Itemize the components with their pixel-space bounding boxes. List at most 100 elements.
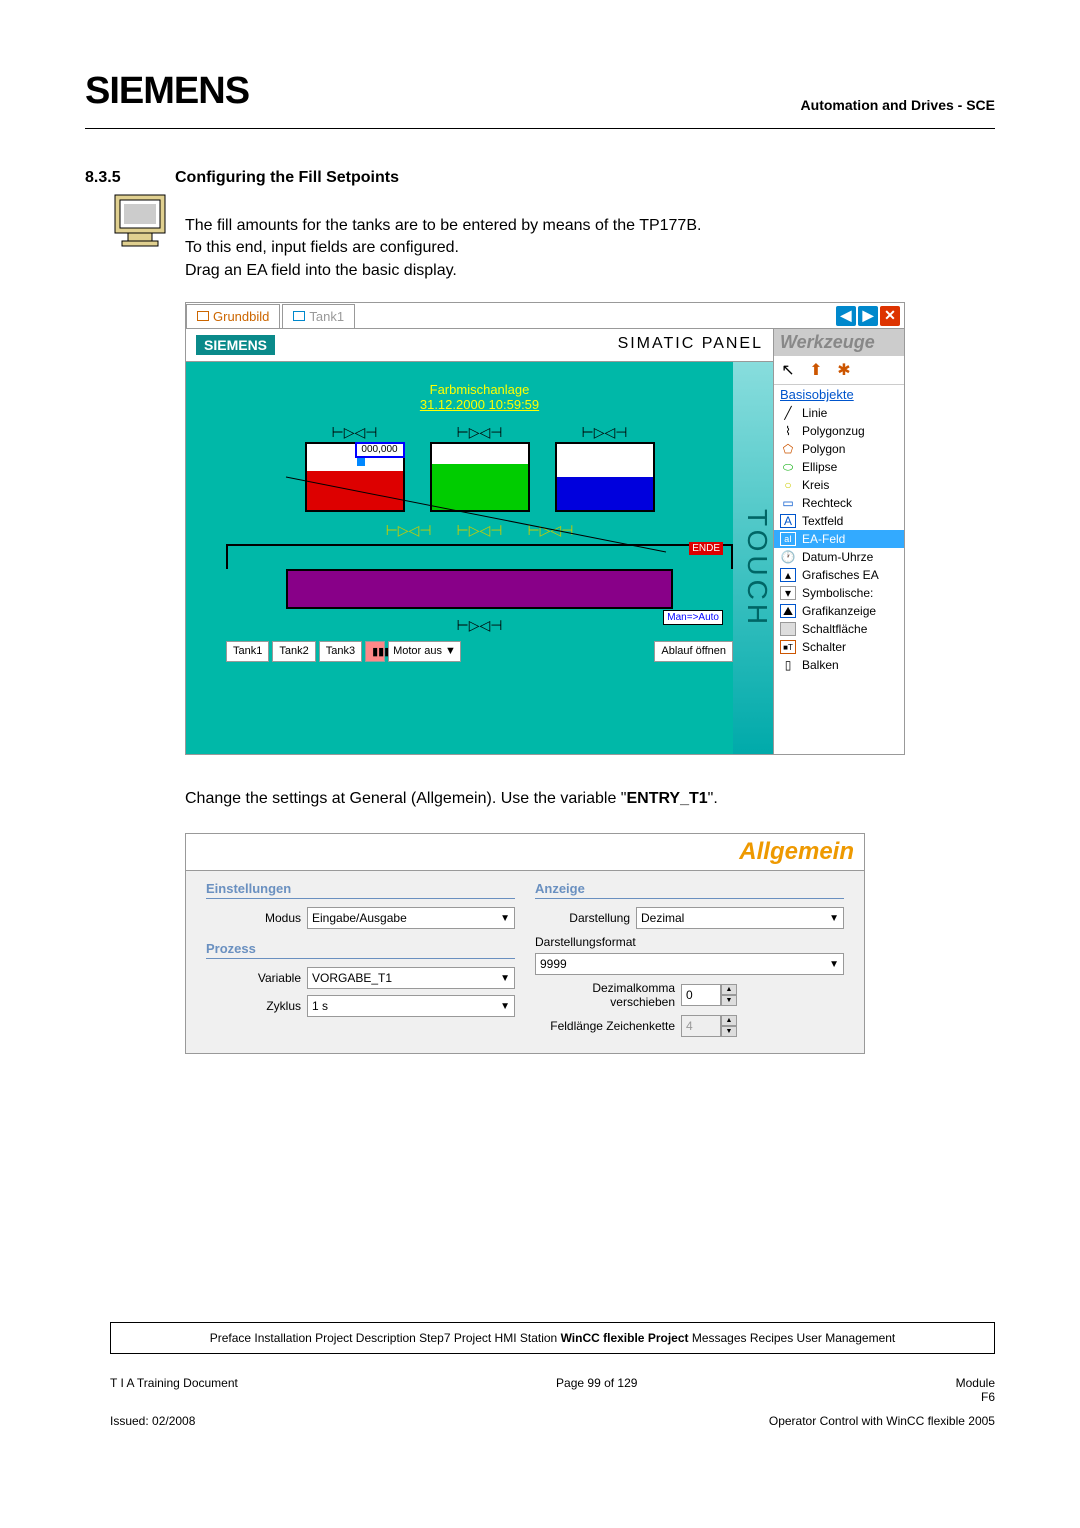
io-field-icon: aI xyxy=(780,532,796,546)
tool-ea-feld[interactable]: aIEA-Feld xyxy=(774,530,904,548)
tool-icon[interactable]: ⬆ xyxy=(806,360,826,380)
textfield-icon: A xyxy=(780,514,796,528)
tool-grafikanzeige[interactable]: ⛰Grafikanzeige xyxy=(774,602,904,620)
footer-module: Module xyxy=(956,1376,995,1390)
intro-line-1: The fill amounts for the tanks are to be… xyxy=(185,215,995,237)
ablauf-button[interactable]: Ablauf öffnen xyxy=(654,641,733,662)
footer-issued: Issued: 02/2008 xyxy=(110,1414,195,1428)
chevron-down-icon: ▼ xyxy=(500,1001,510,1012)
tab-tank1[interactable]: Tank1 xyxy=(282,304,355,328)
tank2-button[interactable]: Tank2 xyxy=(272,641,315,662)
instruction-text: Change the settings at General (Allgemei… xyxy=(185,790,995,808)
ellipse-icon: ⬭ xyxy=(780,460,796,474)
dezimal-input[interactable]: 0 xyxy=(681,984,721,1006)
variable-label: Variable xyxy=(206,971,301,985)
pointer-icon[interactable]: ↖ xyxy=(778,360,798,380)
nav-prev-button[interactable]: ◀ xyxy=(836,306,856,326)
valve-icon: ⊢▷◁⊣ xyxy=(386,522,432,539)
tools-panel: Werkzeuge ↖ ⬆ ✱ Basisobjekte ╱Linie ⌇Pol… xyxy=(774,329,904,754)
spinner-down[interactable]: ▼ xyxy=(721,1026,737,1037)
modus-label: Modus xyxy=(206,911,301,925)
plant-datetime: 31.12.2000 10:59:59 xyxy=(206,397,753,412)
screen-icon xyxy=(293,311,305,321)
tab-grundbild[interactable]: Grundbild xyxy=(186,304,280,328)
monitor-icon xyxy=(110,190,170,250)
spinner-up[interactable]: ▲ xyxy=(721,984,737,995)
tool-symbolische[interactable]: ▾Symbolische: xyxy=(774,584,904,602)
tool-linie[interactable]: ╱Linie xyxy=(774,404,904,422)
ea-field-input[interactable]: 000,000 xyxy=(355,442,405,458)
motor-indicator: ▮▮▮ xyxy=(365,641,385,662)
modus-select[interactable]: Eingabe/Ausgabe▼ xyxy=(307,907,515,929)
tank-1: ⊢▷◁⊣ 000,000 xyxy=(305,422,405,512)
ende-label: ENDE xyxy=(689,542,723,555)
tool-ellipse[interactable]: ⬭Ellipse xyxy=(774,458,904,476)
bar-icon: ▯ xyxy=(780,658,796,672)
tool-balken[interactable]: ▯Balken xyxy=(774,656,904,674)
spinner-up[interactable]: ▲ xyxy=(721,1015,737,1026)
selection-handle[interactable] xyxy=(357,458,365,466)
tool-schalter[interactable]: ■TSchalter xyxy=(774,638,904,656)
tool-polygon[interactable]: ⬠Polygon xyxy=(774,440,904,458)
darstellung-label: Darstellung xyxy=(535,911,630,925)
screen-icon xyxy=(197,311,209,321)
spinner-down[interactable]: ▼ xyxy=(721,995,737,1006)
prozess-section: Prozess xyxy=(206,941,515,959)
button-icon xyxy=(780,622,796,636)
zyklus-label: Zyklus xyxy=(206,999,301,1013)
zyklus-select[interactable]: 1 s▼ xyxy=(307,995,515,1017)
man-auto-button[interactable]: Man=>Auto xyxy=(663,610,723,625)
format-select[interactable]: 9999▼ xyxy=(535,953,844,975)
darstellung-select[interactable]: Dezimal▼ xyxy=(636,907,844,929)
switch-icon: ■T xyxy=(780,640,796,654)
graphic-io-icon: ▴ xyxy=(780,568,796,582)
valve-icon: ⊢▷◁⊣ xyxy=(457,522,503,539)
chevron-down-icon: ▼ xyxy=(829,913,839,924)
tool-polygonzug[interactable]: ⌇Polygonzug xyxy=(774,422,904,440)
footer-page-number: Page 99 of 129 xyxy=(556,1376,637,1404)
intro-line-3: Drag an EA field into the basic display. xyxy=(185,260,995,282)
siemens-bar-logo: SIEMENS xyxy=(196,335,275,355)
variable-select[interactable]: VORGABE_T1▼ xyxy=(307,967,515,989)
tank3-button[interactable]: Tank3 xyxy=(319,641,362,662)
tool-textfeld[interactable]: ATextfeld xyxy=(774,512,904,530)
footer-doc-title: T I A Training Document xyxy=(110,1376,238,1404)
tool-rechteck[interactable]: ▭Rechteck xyxy=(774,494,904,512)
polyline-icon: ⌇ xyxy=(780,424,796,438)
chevron-down-icon: ▼ xyxy=(500,913,510,924)
tool-schaltflaeche[interactable]: Schaltfläche xyxy=(774,620,904,638)
datetime-icon: 🕐 xyxy=(780,550,796,564)
feldlange-input: 4 xyxy=(681,1015,721,1037)
close-button[interactable]: ✕ xyxy=(880,306,900,326)
motor-select[interactable]: Motor aus ▼ xyxy=(388,641,461,662)
valve-icon: ⊢▷◁⊣ xyxy=(457,617,503,633)
settings-icon[interactable]: ✱ xyxy=(834,360,854,380)
tank1-button[interactable]: Tank1 xyxy=(226,641,269,662)
tool-kreis[interactable]: ○Kreis xyxy=(774,476,904,494)
properties-title: Allgemein xyxy=(739,838,854,865)
section-heading: 8.3.5Configuring the Fill Setpoints xyxy=(85,169,995,187)
chevron-down-icon: ▼ xyxy=(829,959,839,970)
mixing-tank xyxy=(286,569,673,609)
feldlange-label: Feldlänge Zeichenkette xyxy=(535,1019,675,1033)
tank-2: ⊢▷◁⊣ xyxy=(430,422,530,512)
wincc-editor-window: Grundbild Tank1 ◀ ▶ ✕ SIEMENS SIMATIC PA… xyxy=(185,302,905,755)
properties-window: Allgemein Einstellungen Modus Eingabe/Au… xyxy=(185,833,865,1054)
valve-icon: ⊢▷◁⊣ xyxy=(527,522,573,539)
symbolic-icon: ▾ xyxy=(780,586,796,600)
valve-icon: ⊢▷◁⊣ xyxy=(582,424,628,441)
hmi-canvas[interactable]: TOUCH Farbmischanlage 31.12.2000 10:59:5… xyxy=(186,362,773,754)
valve-icon: ⊢▷◁⊣ xyxy=(332,424,378,441)
basic-objects-section[interactable]: Basisobjekte xyxy=(774,385,904,404)
anzeige-section: Anzeige xyxy=(535,881,844,899)
tool-datum-uhrzeit[interactable]: 🕐Datum-Uhrze xyxy=(774,548,904,566)
tool-grafisches-ea[interactable]: ▴Grafisches EA xyxy=(774,566,904,584)
siemens-logo: SIEMENS xyxy=(85,70,249,113)
graphic-display-icon: ⛰ xyxy=(780,604,796,618)
valve-icon: ⊢▷◁⊣ xyxy=(457,424,503,441)
tools-title: Werkzeuge xyxy=(774,329,904,356)
header-subtitle: Automation and Drives - SCE xyxy=(801,97,995,113)
nav-next-button[interactable]: ▶ xyxy=(858,306,878,326)
simatic-panel-label: SIMATIC PANEL xyxy=(618,335,763,355)
circle-icon: ○ xyxy=(780,478,796,492)
